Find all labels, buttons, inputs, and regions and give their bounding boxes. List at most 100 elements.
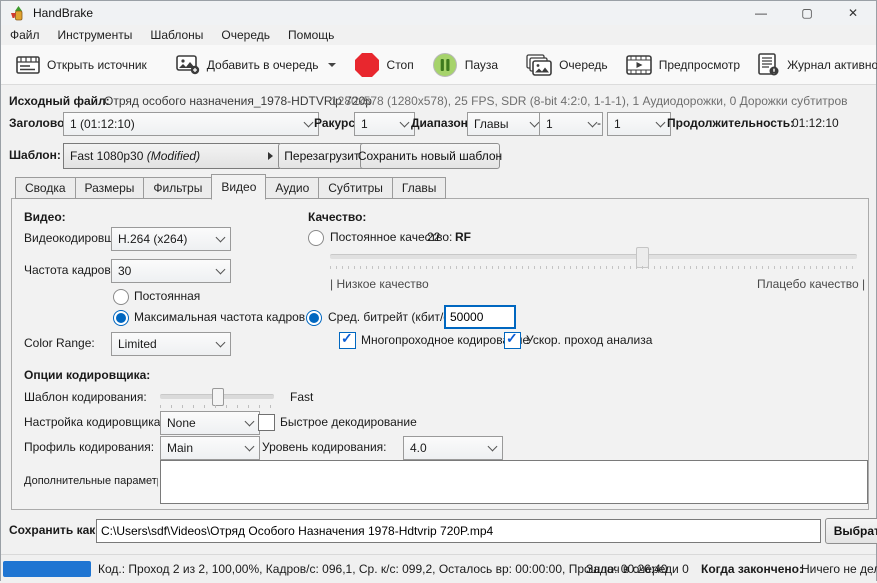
- chevron-down-icon: [245, 442, 255, 452]
- when-done-select[interactable]: Ничего не делать: [801, 555, 877, 583]
- framerate-select[interactable]: 30: [111, 259, 231, 283]
- range-from-select[interactable]: 1: [539, 112, 603, 136]
- tab-summary[interactable]: Сводка: [15, 177, 76, 199]
- multipass-checkbox[interactable]: [339, 332, 356, 349]
- angle-select[interactable]: 1: [354, 112, 415, 136]
- when-done-label: Когда закончено:: [701, 555, 803, 583]
- encoder-profile-select[interactable]: Main: [160, 436, 260, 460]
- color-range-select[interactable]: Limited: [111, 332, 231, 356]
- tab-dimensions[interactable]: Размеры: [75, 177, 145, 199]
- encoder-preset-ticks: [160, 405, 274, 408]
- duration-label: Продолжительность:: [667, 112, 794, 134]
- video-encoder-select[interactable]: H.264 (x264): [111, 227, 231, 251]
- range-type-select[interactable]: Главы: [467, 112, 545, 136]
- tab-subtitles[interactable]: Субтитры: [318, 177, 393, 199]
- queue-button[interactable]: Очередь: [517, 49, 617, 81]
- angle-label: Ракурс:: [314, 112, 359, 134]
- quality-low-hint: | Низкое качество: [330, 273, 429, 295]
- fast-decode-label[interactable]: Быстрое декодирование: [280, 411, 417, 433]
- film-play-icon: [626, 55, 652, 75]
- save-new-preset-button[interactable]: Сохранить новый шаблон: [360, 143, 500, 169]
- avg-bitrate-label[interactable]: Сред. битрейт (кбит/с):: [328, 306, 457, 328]
- fast-decode-checkbox[interactable]: [258, 414, 275, 431]
- chevron-down-icon: [216, 265, 226, 275]
- encoder-profile-label: Профиль кодирования:: [24, 436, 154, 458]
- tab-chapters[interactable]: Главы: [392, 177, 447, 199]
- activity-log-button[interactable]: Журнал активности: [749, 48, 877, 82]
- menu-file[interactable]: Файл: [1, 25, 49, 45]
- titlebar: HandBrake — ▢ ✕: [1, 1, 876, 25]
- peak-framerate-label[interactable]: Максимальная частота кадров: [134, 306, 305, 328]
- encoder-preset-label: Шаблон кодирования:: [24, 386, 147, 408]
- pause-button[interactable]: Пауза: [423, 47, 507, 83]
- open-source-button[interactable]: Открыть источник: [7, 50, 156, 80]
- tab-video[interactable]: Видео: [211, 174, 266, 200]
- menubar: Файл Инструменты Шаблоны Очередь Помощь: [1, 25, 876, 45]
- chevron-right-icon: [268, 152, 273, 160]
- quality-slider-thumb[interactable]: [636, 247, 649, 268]
- quality-section-title: Качество:: [308, 206, 366, 228]
- add-photo-icon: [175, 54, 200, 75]
- turbo-analysis-checkbox[interactable]: [504, 332, 521, 349]
- encoder-tune-label: Настройка кодировщика:: [24, 411, 164, 433]
- source-file-details: 1280x578 (1280x578), 25 FPS, SDR (8-bit …: [331, 90, 848, 112]
- quality-slider-track[interactable]: [330, 254, 857, 259]
- stop-button[interactable]: Стоп: [345, 47, 423, 83]
- encoder-tune-select[interactable]: None: [160, 411, 260, 435]
- close-button[interactable]: ✕: [830, 1, 876, 25]
- photo-stack-icon: [526, 54, 552, 76]
- chevron-down-icon: [530, 118, 540, 128]
- chevron-down-icon: [656, 118, 666, 128]
- save-path-input[interactable]: [96, 519, 821, 543]
- queue-jobs-count: Задач в очереди 0: [586, 555, 689, 583]
- window-title: HandBrake: [33, 6, 93, 20]
- peak-framerate-radio[interactable]: [113, 310, 129, 326]
- range-to-select[interactable]: 1: [607, 112, 671, 136]
- chevron-down-icon: [304, 118, 314, 128]
- menu-queue[interactable]: Очередь: [212, 25, 279, 45]
- window-controls: — ▢ ✕: [738, 1, 876, 25]
- framerate-label: Частота кадров (FP: [24, 259, 111, 281]
- menu-help[interactable]: Помощь: [279, 25, 343, 45]
- constant-framerate-radio[interactable]: [113, 289, 129, 305]
- range-dash: -: [597, 112, 601, 134]
- encoder-level-label: Уровень кодирования:: [262, 436, 386, 458]
- extra-options-textarea[interactable]: [160, 460, 868, 504]
- chevron-down-icon: [400, 118, 410, 128]
- avg-bitrate-input[interactable]: [444, 305, 516, 329]
- quality-placebo-hint: Плацебо качество |: [757, 273, 865, 295]
- browse-button[interactable]: Выбрать: [825, 518, 877, 544]
- quality-slider-ticks: [330, 266, 857, 269]
- constant-quality-value: 22: [427, 226, 440, 248]
- duration-value: 01:12:10: [792, 112, 839, 134]
- tab-filters[interactable]: Фильтры: [143, 177, 212, 199]
- encoder-preset-slider-track[interactable]: [160, 394, 274, 399]
- turbo-analysis-label[interactable]: Ускор. проход анализа: [526, 329, 652, 351]
- pause-circle-icon: [432, 52, 458, 78]
- encoder-preset-slider-thumb[interactable]: [212, 388, 224, 406]
- source-file-label: Исходный файл:: [9, 90, 110, 112]
- save-as-label: Сохранить как:: [9, 518, 99, 542]
- constant-quality-unit: RF: [455, 226, 471, 248]
- menu-tools[interactable]: Инструменты: [49, 25, 142, 45]
- avg-bitrate-radio[interactable]: [306, 310, 322, 326]
- preset-dropdown[interactable]: Fast 1080p30 (Modified): [63, 143, 280, 169]
- minimize-button[interactable]: —: [738, 1, 784, 25]
- statusbar: Код.: Проход 2 из 2, 100,00%, Кадров/с: …: [1, 554, 876, 583]
- preview-button[interactable]: Предпросмотр: [617, 50, 749, 80]
- title-select[interactable]: 1 (01:12:10): [63, 112, 319, 136]
- constant-framerate-label[interactable]: Постоянная: [134, 285, 200, 307]
- menu-presets[interactable]: Шаблоны: [141, 25, 212, 45]
- preset-label: Шаблон:: [9, 143, 61, 167]
- constant-quality-radio[interactable]: [308, 230, 324, 246]
- add-to-queue-button[interactable]: Добавить в очередь: [166, 49, 345, 80]
- chevron-down-icon: [588, 118, 598, 128]
- maximize-button[interactable]: ▢: [784, 1, 830, 25]
- chevron-down-icon: [328, 63, 336, 67]
- range-label: Диапазон:: [411, 112, 472, 134]
- chevron-down-icon: [216, 233, 226, 243]
- encoder-level-select[interactable]: 4.0: [403, 436, 503, 460]
- encoder-preset-value: Fast: [290, 386, 313, 408]
- video-encoder-label: Видеокодировщик:: [24, 227, 111, 249]
- tab-audio[interactable]: Аудио: [265, 177, 319, 199]
